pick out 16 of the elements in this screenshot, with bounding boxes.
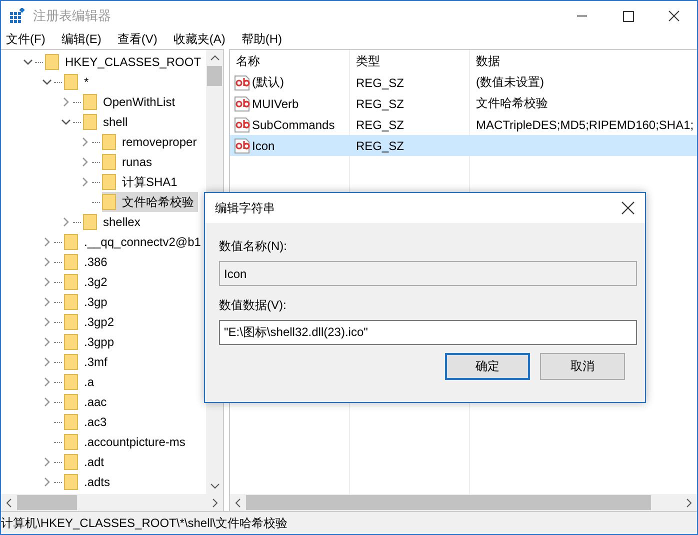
value-type: REG_SZ [355,138,406,152]
value-data: (数值未设置) [475,74,544,91]
value-name: SubCommands [252,118,335,132]
field-label: 数值数据(V): [219,297,288,314]
status-bar: 计算机\HKEY_CLASSES_ROOT\*\shell\文件哈希校验 [1,511,697,534]
value-name: Icon [252,138,275,152]
value-data: 文件哈希校验 [475,95,548,112]
field-label: 数值名称(N): [219,238,288,255]
value-type: REG_SZ [355,76,406,90]
value-data: MACTripleDES;MD5;RIPEMD160;SHA1; [475,118,694,132]
value-name: MUIVerb [252,96,299,110]
value-name: (默认) [252,74,284,91]
dialog-title: 编辑字符串 [215,200,275,216]
value-type: REG_SZ [355,96,406,110]
value-type: REG_SZ [355,118,406,132]
window-title: 注册表编辑器 [33,6,112,24]
